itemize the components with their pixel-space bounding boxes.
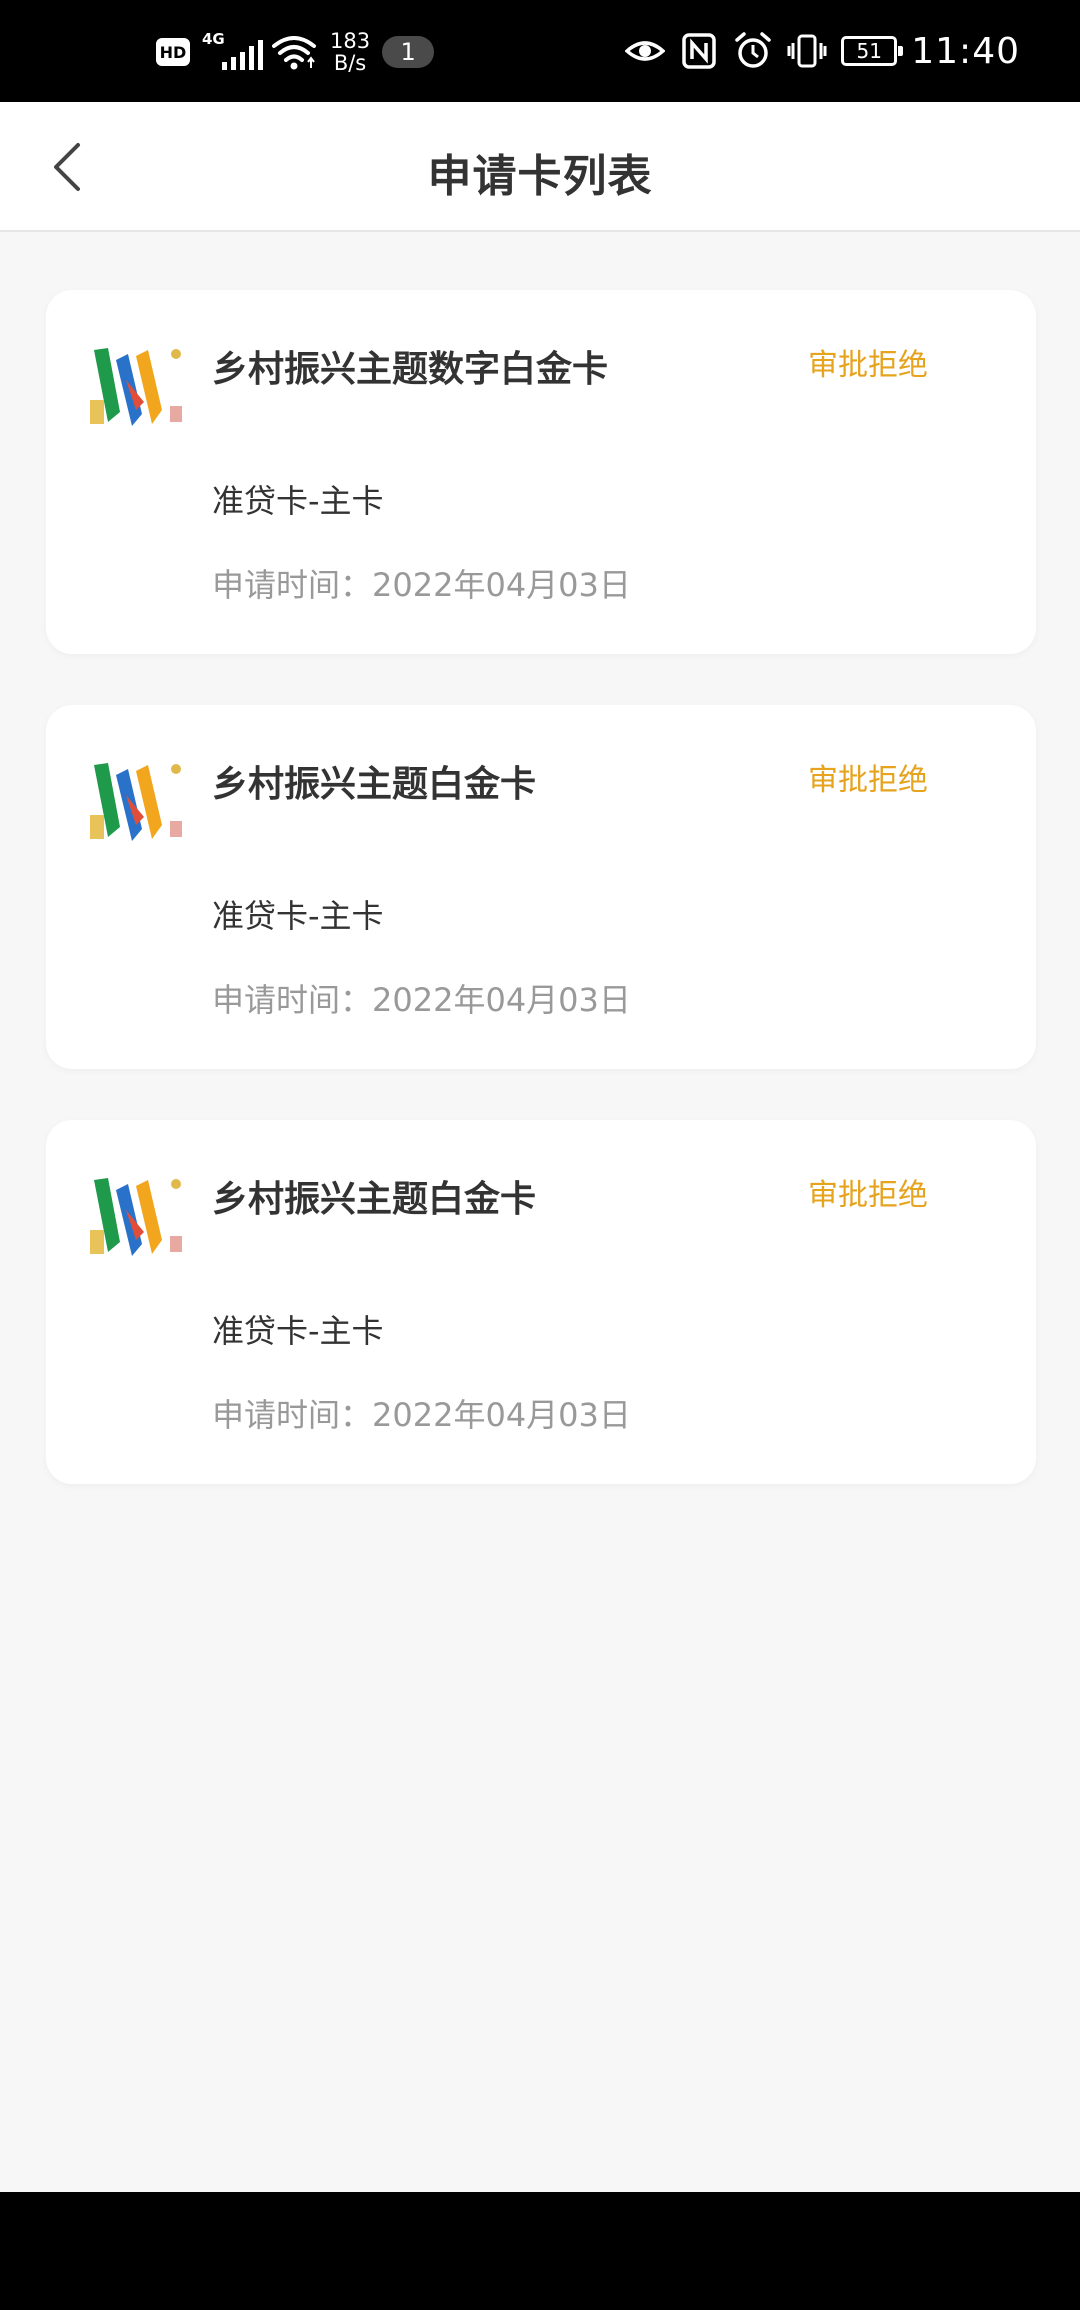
card-type: 准贷卡-主卡 — [212, 1312, 384, 1350]
status-bar: HD 4G 183 B/s 1 51 11:40 — [0, 0, 1080, 102]
status-bar-right: 51 11:40 — [625, 28, 1020, 74]
application-time: 申请时间：2022年04月03日 — [212, 1390, 631, 1436]
card-list: 乡村振兴主题数字白金卡 审批拒绝 准贷卡-主卡 申请时间：2022年04月03日… — [0, 232, 1080, 2192]
application-date: 2022年04月03日 — [372, 1396, 631, 1434]
card-art-thumbnail — [86, 755, 186, 855]
app-header: 申请卡列表 — [0, 102, 1080, 232]
network-speed-value: 183 — [330, 29, 371, 53]
status-badge: 审批拒绝 — [808, 348, 928, 383]
network-speed: 183 B/s — [330, 30, 370, 74]
application-card[interactable]: 乡村振兴主题数字白金卡 审批拒绝 准贷卡-主卡 申请时间：2022年04月03日 — [46, 290, 1036, 654]
clock-time: 11:40 — [911, 30, 1020, 72]
system-navigation-bar — [0, 2192, 1080, 2310]
application-time-label: 申请时间： — [212, 1396, 373, 1434]
network-speed-unit: B/s — [333, 51, 367, 75]
battery-icon: 51 — [841, 36, 904, 66]
application-time: 申请时间：2022年04月03日 — [212, 975, 631, 1021]
application-time-label: 申请时间： — [212, 566, 373, 604]
card-art-thumbnail — [86, 340, 186, 440]
card-product-name: 乡村振兴主题白金卡 — [212, 1179, 537, 1220]
cellular-signal-icon: 4G — [202, 30, 263, 74]
hd-icon: HD — [156, 38, 190, 66]
status-badge: 审批拒绝 — [808, 1178, 928, 1213]
card-product-name: 乡村振兴主题数字白金卡 — [212, 349, 609, 390]
card-art-thumbnail — [86, 1170, 186, 1270]
application-time-label: 申请时间： — [212, 981, 373, 1019]
status-badge: 审批拒绝 — [808, 763, 928, 798]
application-date: 2022年04月03日 — [372, 981, 631, 1019]
status-bar-left: HD 4G 183 B/s 1 — [156, 30, 435, 74]
card-type: 准贷卡-主卡 — [212, 482, 384, 520]
card-product-name: 乡村振兴主题白金卡 — [212, 764, 537, 805]
eye-icon — [625, 41, 666, 61]
nfc-icon — [682, 33, 716, 69]
wifi-icon — [272, 36, 316, 70]
notification-count-badge: 1 — [382, 36, 435, 68]
application-date: 2022年04月03日 — [372, 566, 631, 604]
card-type: 准贷卡-主卡 — [212, 897, 384, 935]
alarm-icon — [735, 32, 771, 68]
page-title: 申请卡列表 — [427, 151, 653, 202]
application-card[interactable]: 乡村振兴主题白金卡 审批拒绝 准贷卡-主卡 申请时间：2022年04月03日 — [46, 705, 1036, 1069]
vibrate-icon — [787, 34, 827, 68]
application-time: 申请时间：2022年04月03日 — [212, 560, 631, 606]
application-card[interactable]: 乡村振兴主题白金卡 审批拒绝 准贷卡-主卡 申请时间：2022年04月03日 — [46, 1120, 1036, 1484]
